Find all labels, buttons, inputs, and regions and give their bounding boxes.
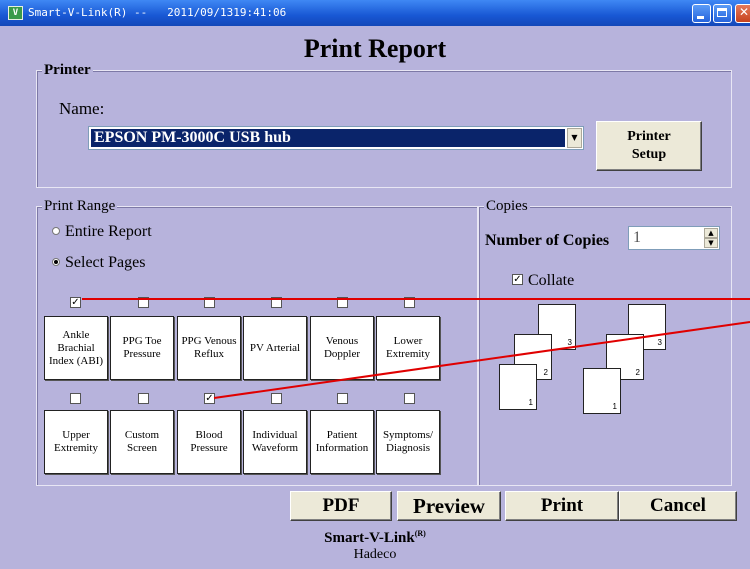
company-name: Hadeco [353, 547, 397, 562]
product-name: Smart-V-Link(R) [0, 529, 750, 547]
print-report-window: V Smart-V-Link(R) -- 2011/09/1319:41:06 … [0, 0, 750, 569]
pdf-button[interactable]: PDF [290, 491, 392, 521]
cancel-button[interactable]: Cancel [619, 491, 737, 521]
registered-mark: (R) [414, 529, 426, 538]
annotation-lines [82, 298, 750, 399]
annotation-line-blood-pressure [213, 321, 750, 399]
print-button[interactable]: Print [505, 491, 619, 521]
preview-button[interactable]: Preview [397, 491, 501, 521]
product-name-text: Smart-V-Link [324, 530, 415, 546]
